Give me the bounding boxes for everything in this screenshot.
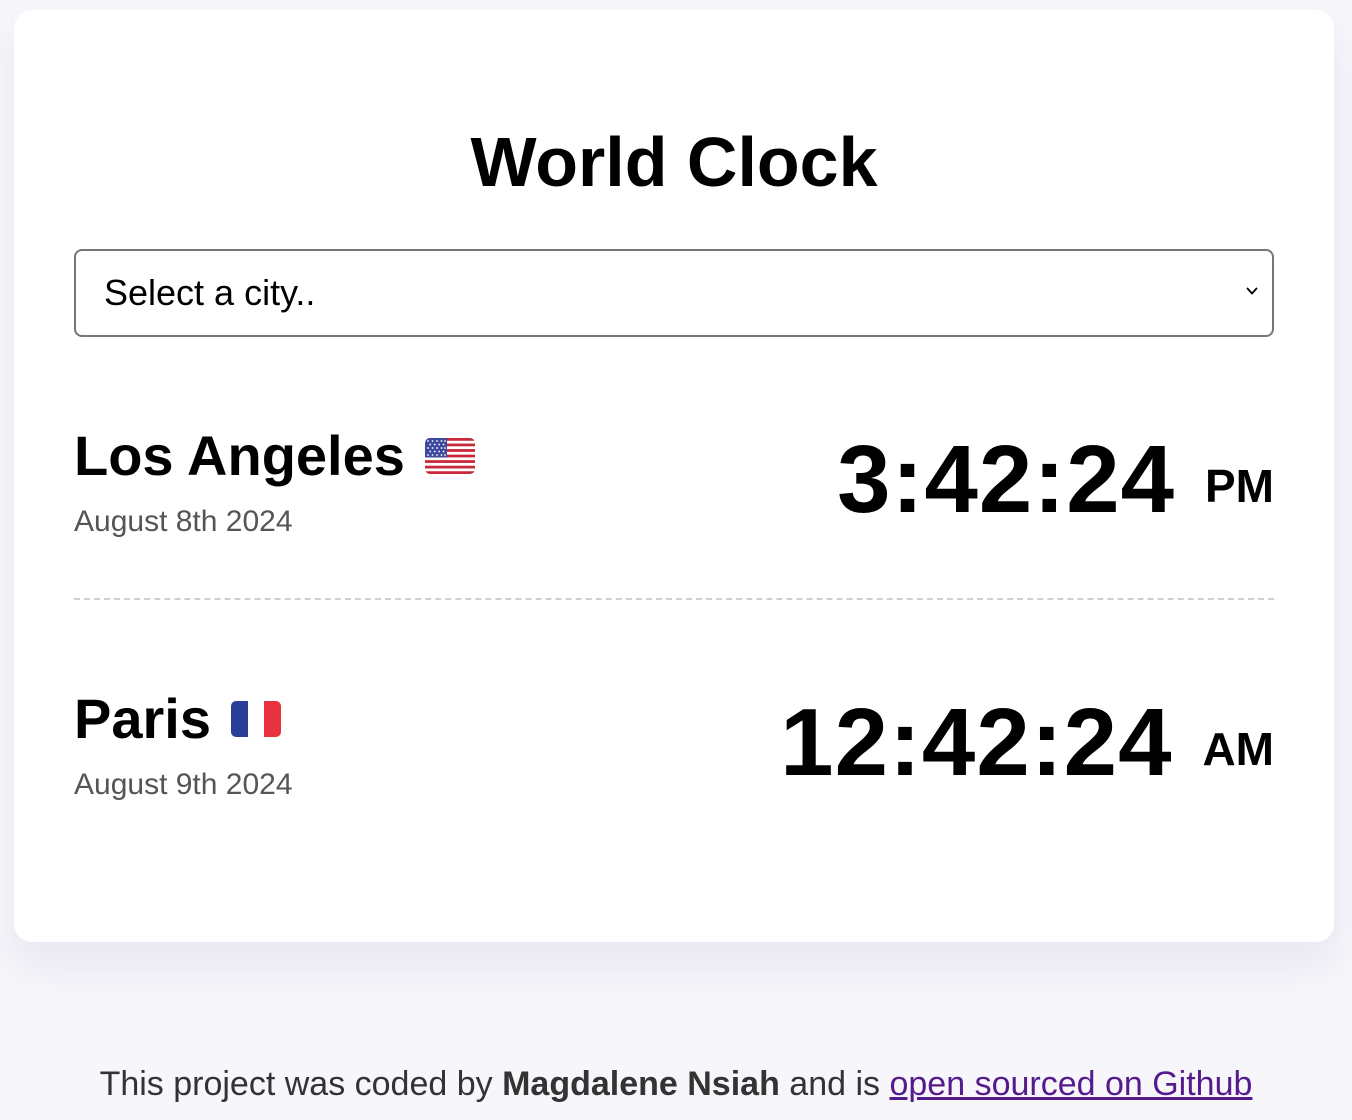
chevron-down-icon: [1246, 287, 1258, 295]
city-time-display: 12:42:24 AM: [780, 693, 1274, 793]
city-time-period: PM: [1205, 460, 1274, 512]
city-divider: [74, 598, 1274, 600]
world-clock-card: World Clock Select a city.. Los Angeles: [14, 10, 1334, 942]
city-time: 12:42:24: [780, 689, 1173, 796]
footer-author: Magdalene Nsiah: [502, 1065, 780, 1103]
city-name: Paris: [74, 687, 211, 750]
us-flag-icon: [424, 423, 475, 487]
city-name-row: Los Angeles: [74, 424, 475, 492]
fr-flag-icon: [231, 686, 281, 750]
city-select-value: Select a city..: [104, 272, 316, 313]
footer-prefix: This project was coded by: [99, 1065, 493, 1103]
city-date: August 8th 2024: [74, 505, 293, 538]
footer-middle: and is: [789, 1065, 881, 1103]
github-link[interactable]: open sourced on Github: [889, 1065, 1252, 1103]
city-time: 3:42:24: [837, 426, 1175, 533]
page-title: World Clock: [470, 123, 878, 201]
city-name: Los Angeles: [74, 424, 405, 487]
footer: This project was coded by Magdalene Nsia…: [0, 1062, 1352, 1106]
city-time-period: AM: [1202, 723, 1274, 775]
city-name-row: Paris: [74, 687, 281, 755]
city-select[interactable]: Select a city..: [74, 249, 1274, 337]
city-date: August 9th 2024: [74, 768, 293, 801]
city-time-display: 3:42:24 PM: [837, 430, 1274, 530]
